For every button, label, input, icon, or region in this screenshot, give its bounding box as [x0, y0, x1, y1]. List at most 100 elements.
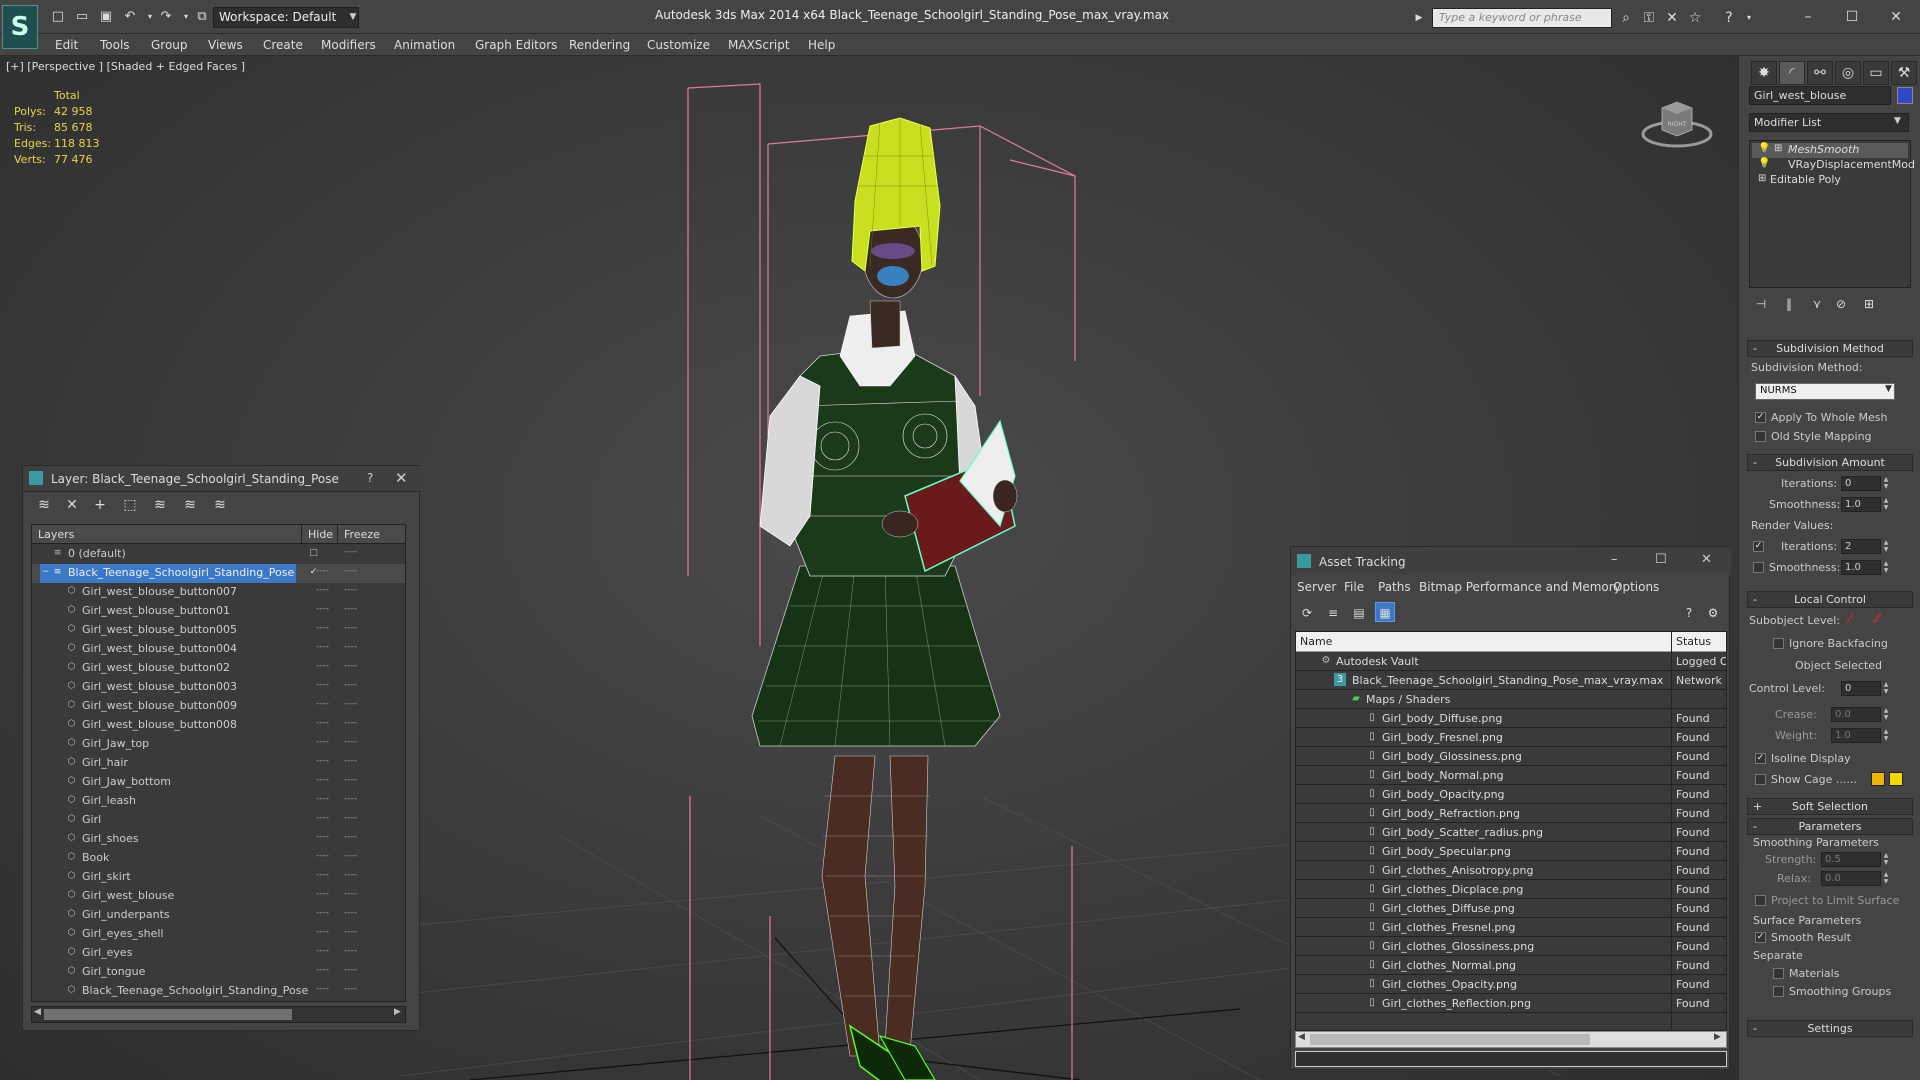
table-row[interactable]: ▰ Maps / Shaders — [1296, 690, 1726, 709]
iterations-spinner[interactable]: 0 — [1841, 476, 1881, 491]
hide-toggle[interactable]: ---- — [316, 661, 329, 671]
subdivision-method-select[interactable]: NURMS — [1755, 383, 1895, 400]
table-row[interactable]: ⬡ Girl_Jaw_bottom ---- ---- — [32, 773, 405, 792]
scroll-left-icon[interactable]: ◀ — [1298, 1032, 1305, 1042]
old-style-mapping-checkbox[interactable] — [1755, 431, 1766, 442]
rollout-subdivision-method[interactable]: - Subdivision Method — [1747, 340, 1913, 357]
table-row[interactable]: ▯ Girl_body_Fresnel.png Found — [1296, 728, 1726, 747]
table-row[interactable]: ▯ Girl_clothes_Opacity.png Found — [1296, 975, 1726, 994]
redo-dropdown-icon[interactable]: ▾ — [178, 9, 194, 25]
menu-tools[interactable]: Tools — [100, 38, 130, 52]
show-end-result-icon[interactable]: ‖ — [1779, 294, 1799, 314]
spinner-arrows-icon[interactable]: ▲ ▼ — [1882, 871, 1890, 886]
hide-toggle[interactable]: ---- — [316, 889, 329, 899]
active-layer-checkbox-icon[interactable]: □ — [308, 547, 319, 559]
key-icon[interactable]: ⚿ — [1640, 9, 1658, 27]
scroll-left-icon[interactable]: ◀ — [34, 1007, 41, 1017]
table-row[interactable]: ▯ Girl_body_Glossiness.png Found — [1296, 747, 1726, 766]
materials-checkbox[interactable] — [1773, 968, 1784, 979]
thumbnail-view-icon[interactable]: ▤ — [1349, 602, 1369, 622]
hide-toggle[interactable]: ---- — [316, 775, 329, 785]
select-objects-icon[interactable]: ⬚ — [119, 495, 141, 515]
menu-bitmap-performance[interactable]: Bitmap Performance and Memory — [1419, 580, 1621, 594]
layer-close-button[interactable]: ✕ — [395, 469, 408, 487]
show-cage-checkbox[interactable] — [1755, 774, 1766, 785]
table-row[interactable]: ⬡ Girl_leash ---- ---- — [32, 792, 405, 811]
project-folder-icon[interactable]: ⧉ — [194, 9, 210, 25]
hide-toggle[interactable]: ---- — [316, 566, 329, 576]
make-unique-icon[interactable]: ⋎ — [1807, 294, 1827, 314]
collapse-icon[interactable]: − — [40, 566, 51, 578]
motion-tab-icon[interactable]: ◎ — [1835, 61, 1861, 85]
chevron-down-icon[interactable]: ▼ — [1885, 384, 1892, 394]
menu-edit[interactable]: Edit — [55, 38, 78, 52]
table-row[interactable]: ▯ Girl_clothes_Normal.png Found — [1296, 956, 1726, 975]
rollout-settings[interactable]: - Settings — [1747, 1020, 1913, 1037]
strength-spinner[interactable]: 0.5 — [1821, 852, 1881, 867]
hierarchy-tab-icon[interactable]: ⚯ — [1807, 61, 1833, 85]
table-row[interactable]: ⬡ Girl_west_blouse_button008 ---- ---- — [32, 716, 405, 735]
menu-customize[interactable]: Customize — [647, 38, 710, 52]
highlight-layer-icon[interactable]: ≋ — [149, 495, 171, 515]
modify-tab-icon[interactable]: ◜ — [1779, 61, 1805, 85]
table-row[interactable]: ⬡ Black_Teenage_Schoolgirl_Standing_Pose -… — [32, 982, 405, 1001]
column-divider[interactable] — [301, 525, 302, 544]
menu-group[interactable]: Group — [151, 38, 188, 52]
freeze-toggle[interactable]: ---- — [344, 566, 357, 576]
hide-toggle[interactable]: ---- — [316, 908, 329, 918]
freeze-toggle[interactable]: ---- — [344, 946, 357, 956]
smoothness-spinner[interactable]: 1.0 — [1841, 497, 1881, 512]
freeze-toggle[interactable]: ---- — [344, 699, 357, 709]
add-to-layer-icon[interactable]: + — [89, 495, 111, 515]
table-view-icon[interactable]: ▦ — [1375, 602, 1395, 622]
freeze-all-layers-icon[interactable]: ≋ — [209, 495, 231, 515]
settings-icon[interactable]: ⚙ — [1703, 602, 1723, 622]
table-row[interactable]: ⬡ Girl_skirt ---- ---- — [32, 868, 405, 887]
redo-icon[interactable]: ↷ — [158, 9, 174, 25]
hide-toggle[interactable]: ---- — [316, 680, 329, 690]
table-row[interactable]: − ≡ Black_Teenage_Schoolgirl_Standing_Pose… — [32, 564, 405, 583]
column-hide[interactable]: Hide — [308, 528, 333, 541]
menu-animation[interactable]: Animation — [394, 38, 455, 52]
table-row[interactable]: ⬡ Girl_eyes ---- ---- — [32, 944, 405, 963]
table-row[interactable]: ▯ Girl_body_Normal.png Found — [1296, 766, 1726, 785]
object-color-swatch[interactable] — [1897, 87, 1913, 104]
binoculars-icon[interactable]: ⌕ — [1617, 9, 1635, 27]
hide-toggle[interactable]: ---- — [316, 699, 329, 709]
table-row[interactable]: ⬡ Girl_eyes_shell ---- ---- — [32, 925, 405, 944]
relax-spinner[interactable]: 0.0 — [1821, 871, 1881, 886]
table-row[interactable]: ⬡ Girl_shoes ---- ---- — [32, 830, 405, 849]
render-smoothness-checkbox[interactable] — [1753, 562, 1764, 573]
cage-color-swatch-2[interactable] — [1889, 772, 1903, 786]
render-iterations-checkbox[interactable]: ✓ — [1753, 541, 1764, 552]
rollout-subdivision-amount[interactable]: - Subdivision Amount — [1747, 454, 1913, 471]
freeze-toggle[interactable]: ---- — [344, 680, 357, 690]
table-row[interactable]: ⬡ Girl_tongue ---- ---- — [32, 963, 405, 982]
freeze-toggle[interactable]: ---- — [344, 661, 357, 671]
exchange-icon[interactable]: ✕ — [1663, 9, 1681, 27]
table-row[interactable]: ⬡ Girl_hair ---- ---- — [32, 754, 405, 773]
control-level-spinner[interactable]: 0 — [1841, 681, 1881, 696]
table-row[interactable]: ▯ Girl_body_Scatter_radius.png Found — [1296, 823, 1726, 842]
table-row[interactable]: ▯ Girl_body_Opacity.png Found — [1296, 785, 1726, 804]
favorite-star-icon[interactable]: ☆ — [1686, 9, 1704, 27]
menu-create[interactable]: Create — [263, 38, 303, 52]
horizontal-scrollbar[interactable]: ◀ ▶ — [1295, 1031, 1727, 1048]
freeze-toggle[interactable]: ---- — [344, 604, 357, 614]
menu-modifiers[interactable]: Modifiers — [321, 38, 376, 52]
chevron-down-icon[interactable]: ▼ — [1894, 116, 1901, 126]
edge-level-icon[interactable]: ⁄⁄ — [1875, 612, 1879, 627]
spinner-arrows-icon[interactable]: ▲ ▼ — [1882, 728, 1890, 743]
spinner-arrows-icon[interactable]: ▲ ▼ — [1882, 497, 1890, 512]
table-row[interactable]: ▯ Girl_body_Refraction.png Found — [1296, 804, 1726, 823]
freeze-toggle[interactable]: ---- — [344, 623, 357, 633]
rollout-soft-selection[interactable]: + Soft Selection — [1747, 798, 1913, 815]
freeze-toggle[interactable]: ---- — [344, 851, 357, 861]
cage-color-swatch-1[interactable] — [1871, 772, 1885, 786]
menu-views[interactable]: Views — [208, 38, 243, 52]
table-row[interactable]: ⬡ Girl_west_blouse_button005 ---- ---- — [32, 621, 405, 640]
table-row[interactable]: ⬡ Girl_underpants ---- ---- — [32, 906, 405, 925]
configure-sets-icon[interactable]: ⊞ — [1859, 294, 1879, 314]
hide-toggle[interactable]: ---- — [316, 984, 329, 994]
lightbulb-icon[interactable]: 💡 — [1758, 158, 1770, 169]
